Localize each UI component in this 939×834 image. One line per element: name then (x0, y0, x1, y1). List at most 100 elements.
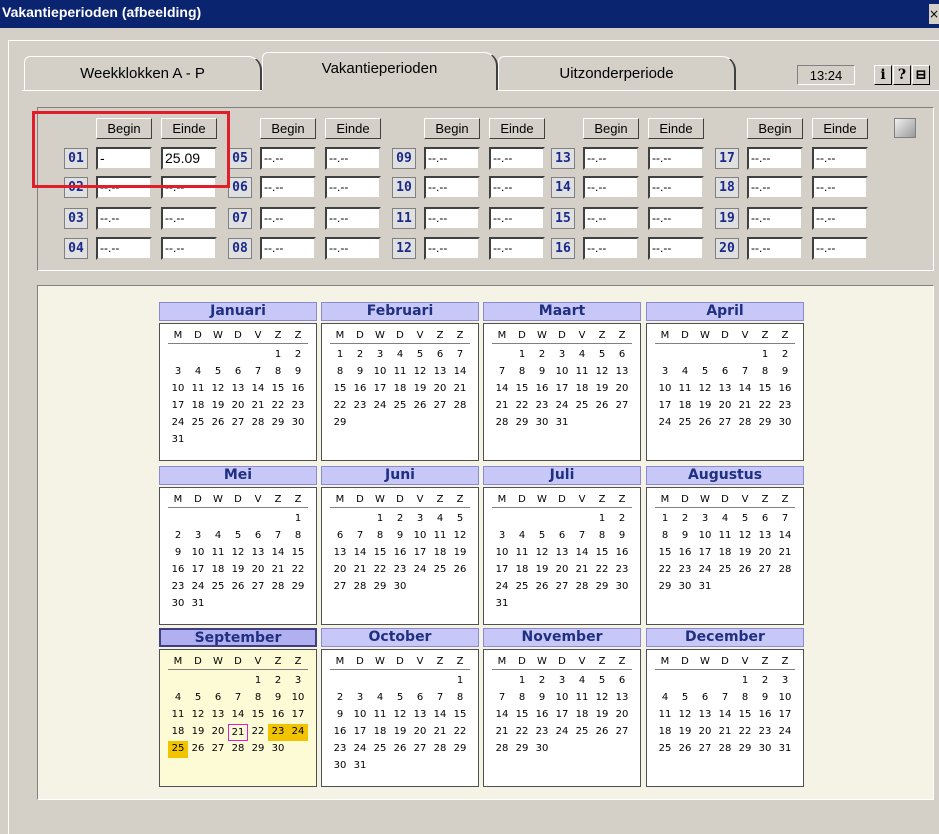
period-begin-field[interactable]: --.-- (583, 147, 639, 170)
day-cell[interactable]: 20 (552, 562, 572, 579)
day-cell[interactable]: 20 (755, 545, 775, 562)
period-begin-field[interactable]: --.-- (424, 207, 480, 230)
end-header[interactable]: Einde (325, 118, 381, 139)
day-cell[interactable]: 4 (188, 364, 208, 381)
day-cell[interactable]: 30 (532, 741, 552, 758)
day-cell[interactable]: 4 (675, 364, 695, 381)
day-cell[interactable]: 12 (532, 545, 552, 562)
day-cell[interactable]: 20 (695, 724, 715, 741)
day-cell[interactable]: 10 (695, 528, 715, 545)
day-cell[interactable]: 30 (532, 415, 552, 432)
day-cell[interactable]: 22 (268, 398, 288, 415)
day-cell[interactable]: 18 (675, 398, 695, 415)
day-cell[interactable]: 18 (168, 724, 188, 741)
day-cell[interactable]: 6 (330, 528, 350, 545)
day-cell[interactable]: 7 (248, 364, 268, 381)
day-cell[interactable]: 31 (350, 758, 370, 775)
day-cell[interactable]: 6 (612, 347, 632, 364)
day-cell[interactable]: 23 (168, 579, 188, 596)
day-cell[interactable]: 5 (450, 511, 470, 528)
day-cell[interactable]: 1 (512, 673, 532, 690)
day-cell[interactable]: 7 (450, 347, 470, 364)
day-cell[interactable]: 29 (512, 741, 532, 758)
day-cell[interactable]: 25 (675, 415, 695, 432)
month-header[interactable]: April (646, 302, 804, 321)
day-cell[interactable]: 26 (695, 415, 715, 432)
day-cell[interactable]: 24 (288, 724, 308, 741)
day-cell[interactable]: 16 (755, 707, 775, 724)
day-cell[interactable]: 31 (552, 415, 572, 432)
day-cell[interactable]: 1 (592, 511, 612, 528)
day-cell[interactable]: 8 (592, 528, 612, 545)
day-cell[interactable]: 8 (288, 528, 308, 545)
day-cell[interactable]: 18 (188, 398, 208, 415)
day-cell[interactable]: 26 (390, 741, 410, 758)
day-cell[interactable]: 6 (612, 673, 632, 690)
day-cell[interactable]: 21 (492, 398, 512, 415)
month-header[interactable]: Juni (321, 466, 479, 485)
day-cell[interactable]: 27 (410, 741, 430, 758)
day-cell[interactable]: 26 (592, 724, 612, 741)
day-cell[interactable]: 24 (552, 724, 572, 741)
period-end-field[interactable]: --.-- (325, 147, 381, 170)
day-cell[interactable]: 7 (430, 690, 450, 707)
day-cell[interactable]: 12 (592, 690, 612, 707)
day-cell[interactable]: 27 (755, 562, 775, 579)
day-cell[interactable]: 30 (775, 415, 795, 432)
day-cell[interactable]: 5 (390, 690, 410, 707)
day-cell[interactable]: 3 (552, 347, 572, 364)
day-cell[interactable]: 3 (370, 347, 390, 364)
day-cell[interactable]: 17 (695, 545, 715, 562)
day-cell[interactable]: 23 (268, 724, 288, 741)
day-cell[interactable]: 3 (188, 528, 208, 545)
day-cell[interactable]: 4 (390, 347, 410, 364)
day-cell[interactable]: 18 (208, 562, 228, 579)
day-cell[interactable]: 24 (410, 562, 430, 579)
day-cell[interactable]: 7 (715, 690, 735, 707)
day-cell[interactable]: 28 (430, 741, 450, 758)
day-cell[interactable]: 28 (715, 741, 735, 758)
day-cell[interactable]: 27 (552, 579, 572, 596)
day-cell[interactable]: 6 (208, 690, 228, 707)
day-cell[interactable]: 16 (532, 381, 552, 398)
day-cell[interactable]: 18 (715, 545, 735, 562)
day-cell[interactable]: 28 (492, 741, 512, 758)
day-cell[interactable]: 1 (755, 347, 775, 364)
tab-uitzonderperiode[interactable]: Uitzonderperiode (498, 56, 736, 90)
end-header[interactable]: Einde (489, 118, 545, 139)
month-header[interactable]: Mei (159, 466, 317, 485)
day-cell[interactable]: 19 (228, 562, 248, 579)
day-cell[interactable]: 5 (410, 347, 430, 364)
day-cell[interactable]: 7 (350, 528, 370, 545)
day-cell[interactable]: 8 (370, 528, 390, 545)
day-cell[interactable]: 30 (330, 758, 350, 775)
day-cell[interactable]: 26 (188, 741, 208, 758)
day-cell[interactable]: 21 (450, 381, 470, 398)
day-cell[interactable]: 6 (430, 347, 450, 364)
end-header[interactable]: Einde (812, 118, 868, 139)
day-cell[interactable]: 13 (755, 528, 775, 545)
day-cell[interactable]: 25 (390, 398, 410, 415)
day-cell[interactable]: 3 (695, 511, 715, 528)
day-cell[interactable]: 18 (370, 724, 390, 741)
day-cell[interactable]: 21 (572, 562, 592, 579)
month-header[interactable]: Augustus (646, 466, 804, 485)
day-cell[interactable]: 17 (370, 381, 390, 398)
day-cell[interactable]: 29 (268, 415, 288, 432)
day-cell[interactable]: 30 (755, 741, 775, 758)
day-cell[interactable]: 29 (370, 579, 390, 596)
day-cell[interactable]: 23 (330, 741, 350, 758)
day-cell[interactable]: 5 (532, 528, 552, 545)
day-cell[interactable]: 18 (572, 381, 592, 398)
day-cell[interactable]: 23 (288, 398, 308, 415)
day-cell[interactable]: 16 (330, 724, 350, 741)
day-cell[interactable]: 10 (410, 528, 430, 545)
day-cell[interactable]: 23 (390, 562, 410, 579)
period-end-field[interactable]: --.-- (812, 237, 868, 260)
day-cell[interactable]: 14 (450, 364, 470, 381)
day-cell[interactable]: 4 (430, 511, 450, 528)
period-begin-field[interactable]: --.-- (583, 237, 639, 260)
day-cell[interactable]: 13 (612, 364, 632, 381)
day-cell[interactable]: 1 (268, 347, 288, 364)
day-cell[interactable]: 30 (390, 579, 410, 596)
